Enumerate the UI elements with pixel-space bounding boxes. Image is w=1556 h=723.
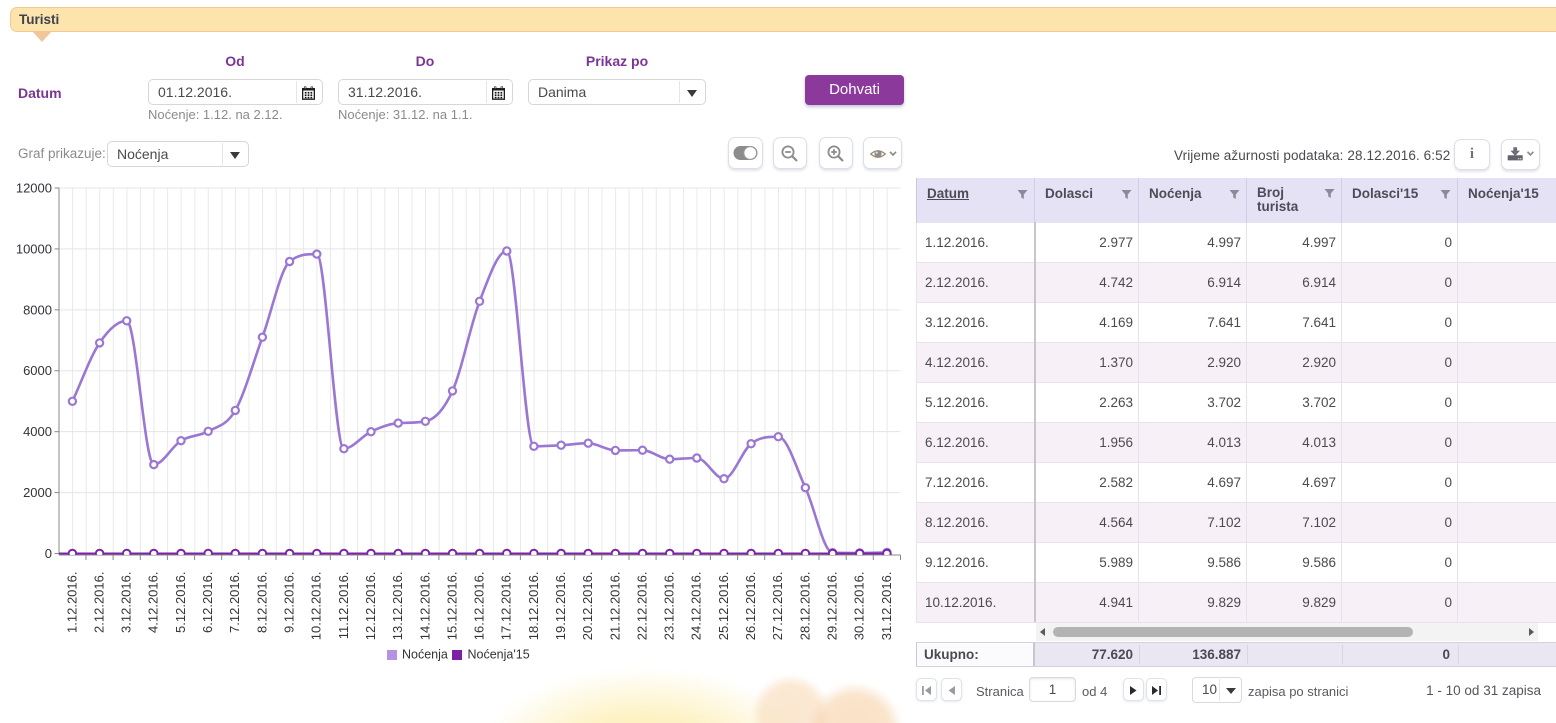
svg-text:28.12.2016.: 28.12.2016. [797,572,812,641]
svg-text:18.12.2016.: 18.12.2016. [526,572,541,641]
svg-text:11.12.2016.: 11.12.2016. [336,572,351,640]
svg-text:29.12.2016.: 29.12.2016. [825,572,840,641]
svg-text:Noćenja'15: Noćenja'15 [468,648,530,662]
svg-text:4000: 4000 [23,424,52,439]
svg-text:19.12.2016.: 19.12.2016. [553,572,568,641]
svg-text:22.12.2016.: 22.12.2016. [634,572,649,641]
svg-text:31.12.2016.: 31.12.2016. [879,572,894,641]
svg-text:10000: 10000 [16,241,52,256]
svg-text:25.12.2016.: 25.12.2016. [716,572,731,641]
svg-text:8.12.2016.: 8.12.2016. [254,572,269,633]
svg-text:6000: 6000 [23,363,52,378]
svg-text:3.12.2016.: 3.12.2016. [119,572,134,633]
svg-text:17.12.2016.: 17.12.2016. [499,572,514,641]
svg-text:15.12.2016.: 15.12.2016. [444,572,459,641]
svg-text:5.12.2016.: 5.12.2016. [173,572,188,633]
svg-text:0: 0 [45,546,52,561]
svg-text:13.12.2016.: 13.12.2016. [390,572,405,641]
svg-text:23.12.2016.: 23.12.2016. [662,572,677,641]
svg-text:14.12.2016.: 14.12.2016. [417,572,432,641]
svg-text:2.12.2016.: 2.12.2016. [91,572,106,633]
svg-text:30.12.2016.: 30.12.2016. [852,572,867,641]
svg-text:6.12.2016.: 6.12.2016. [200,572,215,633]
svg-text:8000: 8000 [23,302,52,317]
svg-text:26.12.2016.: 26.12.2016. [743,572,758,641]
svg-text:10.12.2016.: 10.12.2016. [309,572,324,641]
svg-text:21.12.2016.: 21.12.2016. [607,572,622,641]
svg-text:12.12.2016.: 12.12.2016. [363,572,378,641]
svg-text:27.12.2016.: 27.12.2016. [770,572,785,641]
svg-text:1.12.2016.: 1.12.2016. [64,572,79,633]
svg-text:12000: 12000 [16,181,52,196]
svg-text:24.12.2016.: 24.12.2016. [689,572,704,641]
svg-text:7.12.2016.: 7.12.2016. [227,572,242,633]
svg-text:20.12.2016.: 20.12.2016. [580,572,595,641]
svg-text:4.12.2016.: 4.12.2016. [146,572,161,633]
svg-text:2000: 2000 [23,485,52,500]
svg-text:Noćenja: Noćenja [402,648,448,662]
svg-text:16.12.2016.: 16.12.2016. [472,572,487,641]
svg-text:9.12.2016.: 9.12.2016. [282,572,297,633]
